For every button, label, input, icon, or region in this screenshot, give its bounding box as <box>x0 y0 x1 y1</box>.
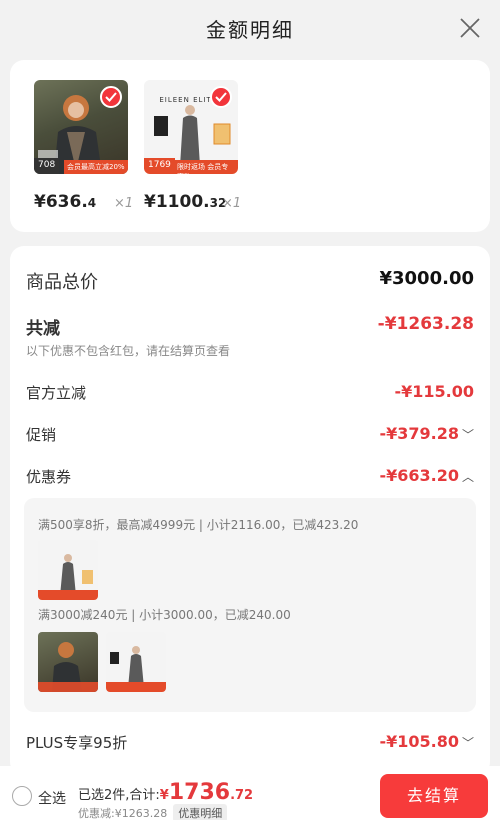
coupon-label: 优惠券 <box>26 468 72 486</box>
chevron-down-icon[interactable]: ﹀ <box>462 734 474 751</box>
product-badge: 708 <box>34 158 60 174</box>
product-photo <box>38 642 98 692</box>
selected-check-icon[interactable] <box>210 86 232 108</box>
close-icon[interactable] <box>458 16 482 40</box>
discount-value: -¥1263.28 <box>377 314 474 334</box>
promo-value: -¥379.28 <box>379 424 459 443</box>
select-all-label[interactable]: 全选 <box>38 788 66 808</box>
product-photo <box>38 554 98 600</box>
coupon-rule: 满3000减240元 | 小计3000.00，已减240.00 <box>38 608 291 622</box>
discount-label: 共减 <box>26 319 60 339</box>
total-label: 商品总价 <box>26 272 98 293</box>
select-all-radio[interactable] <box>12 786 32 806</box>
selected-check-icon[interactable] <box>100 86 122 108</box>
product-photo <box>106 646 166 692</box>
discount-detail-tag[interactable]: 优惠明细 <box>173 804 228 820</box>
product-qty: ×1 <box>114 196 134 211</box>
product-qty: ×1 <box>222 196 242 211</box>
coupon-value-wrap: -¥663.20 ︿ <box>379 466 474 485</box>
product-thumbnail[interactable]: EILEEN ELITES 1769 限时返场 会员专享购 <box>144 80 238 174</box>
promo-label: 促销 <box>26 426 57 444</box>
price-detail-card: 商品总价 ¥3000.00 共减 -¥1263.28 以下优惠不包含红包，请在结… <box>10 246 490 776</box>
chevron-up-icon[interactable]: ︿ <box>462 468 474 485</box>
selected-products-card: 708 会员最高立减20% EILEEN ELITES 1769 限时返场 会员… <box>10 60 490 232</box>
discount-summary: 优惠减:¥1263.28 优惠明细 <box>78 804 228 820</box>
coupon-rule: 满500享8折，最高减4999元 | 小计2116.00，已减423.20 <box>38 518 359 532</box>
coupon-product-thumbnail <box>38 632 98 692</box>
promo-value-wrap: -¥379.28 ﹀ <box>379 424 474 443</box>
plus-label: PLUS专享95折 <box>26 734 128 752</box>
plus-value-wrap: -¥105.80 ﹀ <box>379 732 474 751</box>
product-price: ¥636.4 <box>34 192 97 212</box>
page-title: 金额明细 <box>206 18 294 42</box>
coupon-product-thumbnail <box>106 632 166 692</box>
chevron-down-icon[interactable]: ﹀ <box>462 426 474 443</box>
product-badge: 1769 <box>144 158 175 174</box>
official-label: 官方立减 <box>26 384 87 402</box>
plus-value: -¥105.80 <box>379 732 459 751</box>
discount-note: 以下优惠不包含红包，请在结算页查看 <box>26 344 231 358</box>
product-price: ¥1100.32 <box>144 192 227 212</box>
total-value: ¥3000.00 <box>379 268 474 289</box>
total-summary: 已选2件,合计:¥1736.72 <box>78 780 254 805</box>
official-value: -¥115.00 <box>394 382 474 401</box>
product-promo: 会员最高立减20% <box>64 160 128 174</box>
coupon-product-thumbnail <box>38 540 98 600</box>
product-promo: 限时返场 会员专享购 <box>174 160 238 174</box>
checkout-bar: 全选 已选2件,合计:¥1736.72 优惠减:¥1263.28 优惠明细 去结算 <box>0 766 500 820</box>
coupon-value: -¥663.20 <box>379 466 459 485</box>
checkout-button[interactable]: 去结算 <box>380 774 488 818</box>
header: 金额明细 <box>0 0 500 58</box>
product-thumbnail[interactable]: 708 会员最高立减20% <box>34 80 128 174</box>
coupon-detail-box: 满500享8折，最高减4999元 | 小计2116.00，已减423.20 满3… <box>24 498 476 712</box>
